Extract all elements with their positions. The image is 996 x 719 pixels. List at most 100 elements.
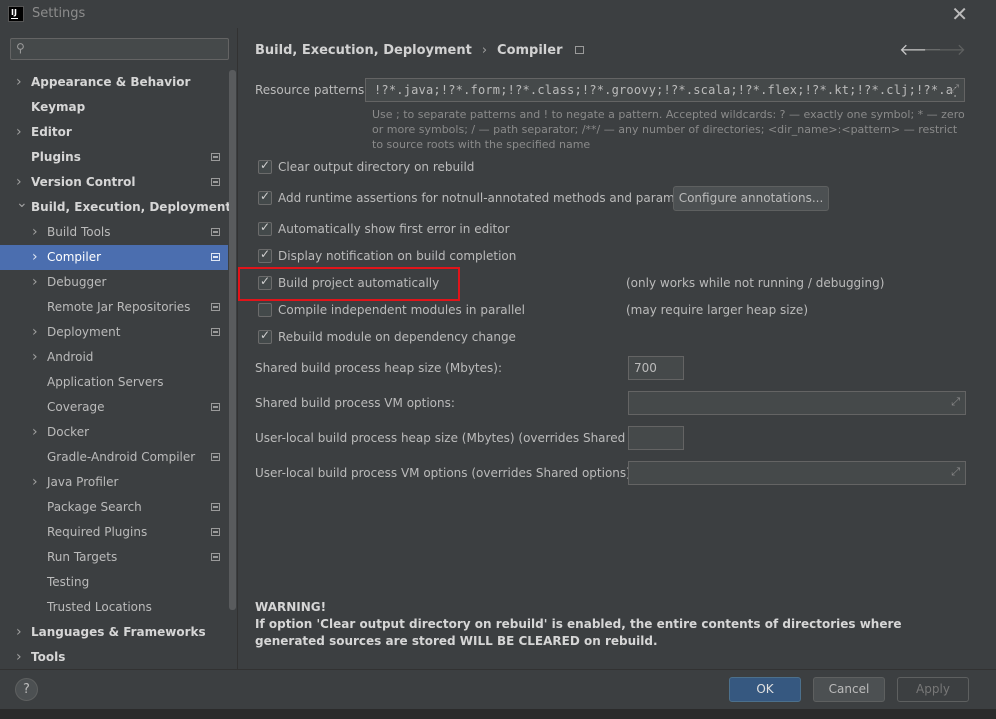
sidebar-item-gradle-android-compiler[interactable]: Gradle-Android Compiler [0, 445, 228, 470]
project-scope-icon [211, 403, 220, 411]
sidebar-item-package-search[interactable]: Package Search [0, 495, 228, 520]
chevron-right-icon[interactable]: › [32, 320, 38, 345]
sidebar-item-compiler[interactable]: › Compiler [0, 245, 228, 270]
project-scope-icon [211, 153, 220, 161]
checkbox-label[interactable]: Add runtime assertions for notnull-annot… [278, 191, 705, 205]
sidebar-item-label: Version Control [31, 175, 136, 189]
sidebar-item-languages-frameworks[interactable]: › Languages & Frameworks [0, 620, 228, 645]
sidebar-item-label: Build Tools [47, 225, 111, 239]
chevron-right-icon[interactable]: › [32, 270, 38, 295]
shared-heap-field[interactable] [628, 356, 684, 380]
checkmark-icon: ✓ [260, 220, 271, 234]
breadcrumb-separator-icon: › [481, 43, 488, 58]
checkbox-label[interactable]: Display notification on build completion [278, 249, 516, 263]
compiler-settings-panel: Build, Execution, Deployment › Compiler 🡐 … [237, 28, 996, 669]
warning-message: WARNING! If option 'Clear output directo… [255, 599, 965, 650]
checkbox-checked[interactable]: ✓ [258, 189, 272, 205]
sidebar-item-plugins[interactable]: Plugins [0, 145, 228, 170]
user-heap-label: User-local build process heap size (Mbyt… [255, 431, 662, 445]
sidebar-item-version-control[interactable]: › Version Control [0, 170, 228, 195]
sidebar-item-deployment[interactable]: › Deployment [0, 320, 228, 345]
user-vm-input[interactable] [629, 462, 965, 484]
checkbox-checked[interactable]: ✓ [258, 247, 272, 263]
chevron-right-icon[interactable]: › [32, 220, 38, 245]
chevron-right-icon[interactable]: › [32, 245, 38, 270]
sidebar-item-appearance-behavior[interactable]: › Appearance & Behavior [0, 70, 228, 95]
sidebar-item-required-plugins[interactable]: Required Plugins [0, 520, 228, 545]
sidebar-item-coverage[interactable]: Coverage [0, 395, 228, 420]
chevron-right-icon[interactable]: › [32, 470, 38, 495]
checkbox-label[interactable]: Clear output directory on rebuild [278, 160, 474, 174]
sidebar-item-build-tools[interactable]: › Build Tools [0, 220, 228, 245]
resource-patterns-input[interactable] [366, 79, 964, 101]
sidebar-item-docker[interactable]: › Docker [0, 420, 228, 445]
project-scope-icon [211, 178, 220, 186]
sidebar-item-keymap[interactable]: Keymap [0, 95, 228, 120]
apply-button[interactable]: Apply [897, 677, 969, 702]
checkbox-label[interactable]: Compile independent modules in parallel [278, 303, 525, 317]
configure-annotations-button[interactable]: Configure annotations... [673, 186, 829, 211]
chevron-right-icon[interactable]: › [16, 620, 22, 645]
resource-patterns-label: Resource patterns: [255, 83, 369, 97]
checkbox-checked[interactable]: ✓ [258, 158, 272, 174]
user-heap-input[interactable] [629, 427, 683, 449]
sidebar-item-application-servers[interactable]: Application Servers [0, 370, 228, 395]
sidebar-item-android[interactable]: › Android [0, 345, 228, 370]
chevron-right-icon[interactable]: › [32, 420, 38, 445]
search-input[interactable] [35, 41, 225, 57]
checkmark-icon: ✓ [260, 247, 271, 261]
sidebar-item-run-targets[interactable]: Run Targets [0, 545, 228, 570]
sidebar-item-trusted-locations[interactable]: Trusted Locations [0, 595, 228, 620]
checkbox-checked[interactable]: ✓ [258, 328, 272, 344]
user-heap-field[interactable] [628, 426, 684, 450]
sidebar-item-label: Build, Execution, Deployment [31, 200, 232, 214]
forward-arrow-icon[interactable]: 🡒 [923, 39, 966, 59]
checkmark-icon: ✓ [260, 158, 271, 172]
checkbox-unchecked[interactable] [258, 303, 272, 317]
shared-vm-input[interactable] [629, 392, 965, 414]
project-scope-icon [211, 453, 220, 461]
expand-icon[interactable]: ⤢ [951, 395, 960, 409]
close-icon[interactable]: ✕ [951, 2, 968, 26]
sidebar-item-label: Testing [47, 575, 90, 589]
sidebar-item-remote-jar-repositories[interactable]: Remote Jar Repositories [0, 295, 228, 320]
sidebar-item-debugger[interactable]: › Debugger [0, 270, 228, 295]
shared-heap-input[interactable] [629, 357, 683, 379]
sidebar-item-editor[interactable]: › Editor [0, 120, 228, 145]
sidebar-item-label: Languages & Frameworks [31, 625, 206, 639]
breadcrumb-current: Compiler [497, 43, 563, 58]
sidebar-item-label: Java Profiler [47, 475, 119, 489]
user-vm-field[interactable]: ⤢ [628, 461, 966, 485]
sidebar-item-label: Appearance & Behavior [31, 75, 191, 89]
sidebar-item-build-execution-deployment[interactable]: ⌄ Build, Execution, Deployment [0, 195, 232, 220]
chevron-down-icon[interactable]: ⌄ [16, 191, 28, 216]
chevron-right-icon[interactable]: › [16, 120, 22, 145]
checkbox-label[interactable]: Rebuild module on dependency change [278, 330, 516, 344]
help-button[interactable]: ? [15, 678, 38, 701]
resource-patterns-hint: Use ; to separate patterns and ! to nega… [372, 108, 965, 151]
resource-patterns-field[interactable]: ⤢ [365, 78, 965, 102]
intellij-app-icon: IJ [8, 6, 24, 22]
checkbox-checked[interactable]: ✓ [258, 220, 272, 236]
chevron-right-icon[interactable]: › [32, 345, 38, 370]
ok-button[interactable]: OK [729, 677, 801, 702]
sidebar-item-tools[interactable]: › Tools [0, 645, 228, 670]
expand-icon[interactable]: ⤢ [951, 465, 960, 479]
sidebar-item-java-profiler[interactable]: › Java Profiler [0, 470, 228, 495]
search-icon: ⚲ [16, 41, 25, 55]
sidebar-scrollbar[interactable] [229, 70, 236, 610]
sidebar-item-label: Keymap [31, 100, 86, 114]
cancel-button[interactable]: Cancel [813, 677, 885, 702]
expand-icon[interactable]: ⤢ [950, 82, 959, 96]
chevron-right-icon[interactable]: › [16, 645, 22, 670]
project-scope-icon [211, 228, 220, 236]
chevron-right-icon[interactable]: › [16, 70, 22, 95]
project-scope-icon [211, 503, 220, 511]
shared-vm-field[interactable]: ⤢ [628, 391, 966, 415]
settings-search-box[interactable]: ⚲ [10, 38, 229, 60]
breadcrumb-parent[interactable]: Build, Execution, Deployment [255, 43, 472, 58]
settings-sidebar: ⚲ › Appearance & Behavior Keymap › Editor Plu… [0, 28, 237, 669]
sidebar-item-testing[interactable]: Testing [0, 570, 228, 595]
highlight-box [238, 267, 460, 301]
checkbox-label[interactable]: Automatically show first error in editor [278, 222, 510, 236]
